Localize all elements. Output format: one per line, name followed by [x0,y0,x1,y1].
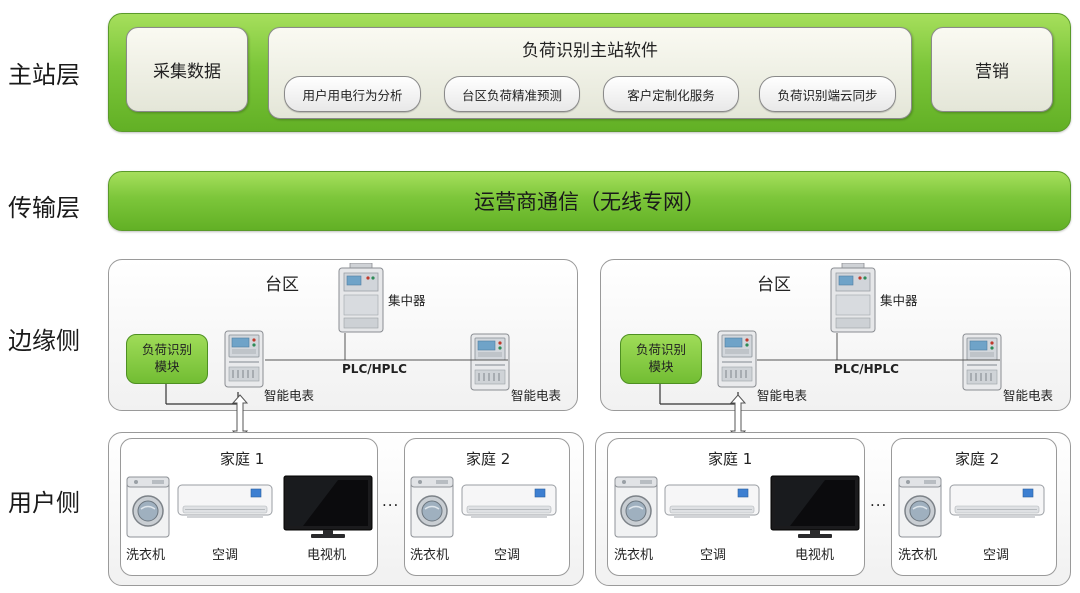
ac-label: 空调 [983,548,1010,563]
chip-user-behavior-analysis: 用户用电行为分析 [284,76,421,112]
more-homes-ellipsis: ... [382,492,400,510]
washer-label: 洗衣机 [410,548,450,563]
television-icon [770,475,860,539]
edge-connection-lines-2 [659,333,1000,405]
air-conditioner-icon [664,484,760,520]
air-conditioner-icon [461,484,557,520]
collect-data-box: 采集数据 [126,27,248,112]
layer-label-user: 用户侧 [8,489,80,517]
washing-machine-icon [126,476,170,538]
washing-machine-icon [898,476,942,538]
edge-connection-lines-1 [165,333,508,405]
plc-link-label-1: PLC/HPLC [342,362,407,376]
chip-custom-service: 客户定制化服务 [603,76,739,112]
software-title: 负荷识别主站软件 [522,41,658,61]
tv-label: 电视机 [307,548,347,563]
chip-edge-cloud-sync: 负荷识别端云同步 [759,76,896,112]
smart-meter-label-right-1: 智能电表 [511,388,562,403]
more-homes-ellipsis: ... [870,492,888,510]
air-conditioner-icon [949,484,1045,520]
smart-meter-label-right-2: 智能电表 [1003,388,1054,403]
home-1-title: 家庭 1 [220,450,265,468]
washer-label: 洗衣机 [614,548,654,563]
collect-data-label: 采集数据 [153,62,221,82]
washing-machine-icon [410,476,454,538]
layer-label-transport: 传输层 [8,194,80,222]
home-2-title: 家庭 2 [955,450,1000,468]
carrier-communication-band: 运营商通信（无线专网） [108,171,1071,231]
carrier-communication-label: 运营商通信（无线专网） [474,190,705,214]
ac-label: 空调 [494,548,521,563]
home-2-title: 家庭 2 [466,450,511,468]
smart-meter-label-left-2: 智能电表 [757,388,808,403]
washing-machine-icon [614,476,658,538]
television-icon [283,475,373,539]
ac-label: 空调 [700,548,727,563]
ac-label: 空调 [212,548,239,563]
layer-label-master: 主站层 [8,61,80,89]
marketing-box: 营销 [931,27,1053,112]
chip-area-load-forecast: 台区负荷精准预测 [444,76,580,112]
home-1-title: 家庭 1 [708,450,753,468]
washer-label: 洗衣机 [126,548,166,563]
air-conditioner-icon [177,484,273,520]
plc-link-label-2: PLC/HPLC [834,362,899,376]
washer-label: 洗衣机 [898,548,938,563]
layer-label-edge: 边缘侧 [8,327,80,355]
smart-meter-label-left-1: 智能电表 [264,388,315,403]
marketing-label: 营销 [975,62,1009,82]
tv-label: 电视机 [795,548,835,563]
